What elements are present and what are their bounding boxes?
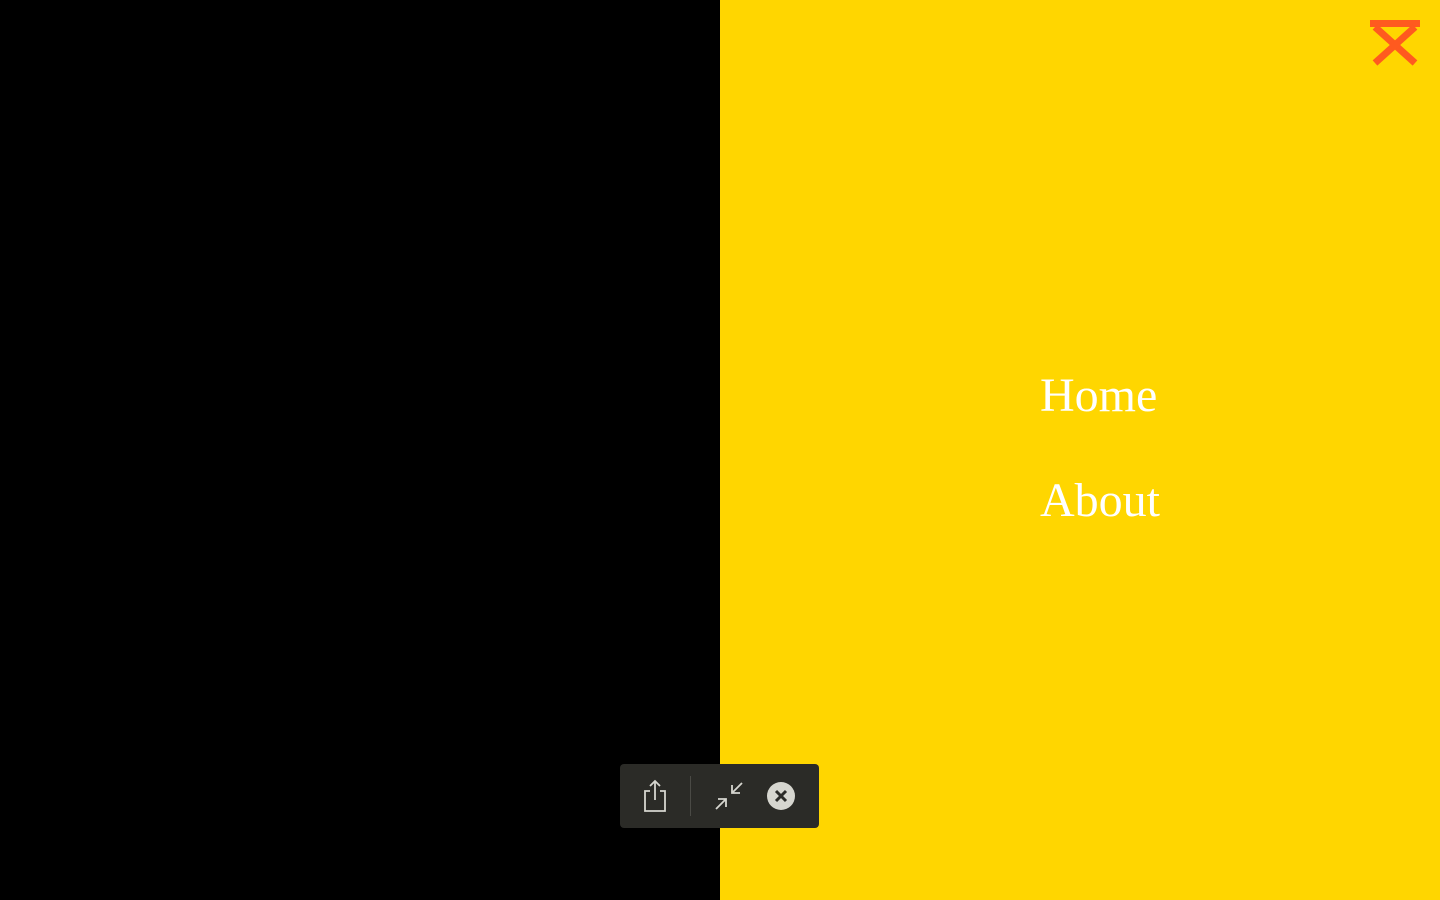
floating-media-toolbar bbox=[620, 764, 819, 828]
close-circle-icon bbox=[767, 782, 795, 810]
share-button[interactable] bbox=[634, 764, 676, 828]
exit-fullscreen-button[interactable] bbox=[708, 764, 750, 828]
toolbar-divider bbox=[690, 776, 691, 816]
close-x-icon bbox=[1370, 20, 1420, 66]
nav-link-home[interactable]: Home bbox=[1040, 364, 1160, 428]
main-nav: Home About bbox=[1040, 364, 1160, 533]
nav-link-about[interactable]: About bbox=[1040, 469, 1160, 533]
left-panel bbox=[0, 0, 720, 900]
nav-item-about: About bbox=[1040, 469, 1160, 533]
close-menu-button[interactable] bbox=[1366, 16, 1424, 70]
collapse-icon bbox=[715, 782, 743, 810]
dismiss-button[interactable] bbox=[760, 764, 802, 828]
share-icon bbox=[644, 779, 666, 812]
nav-item-home: Home bbox=[1040, 364, 1160, 428]
